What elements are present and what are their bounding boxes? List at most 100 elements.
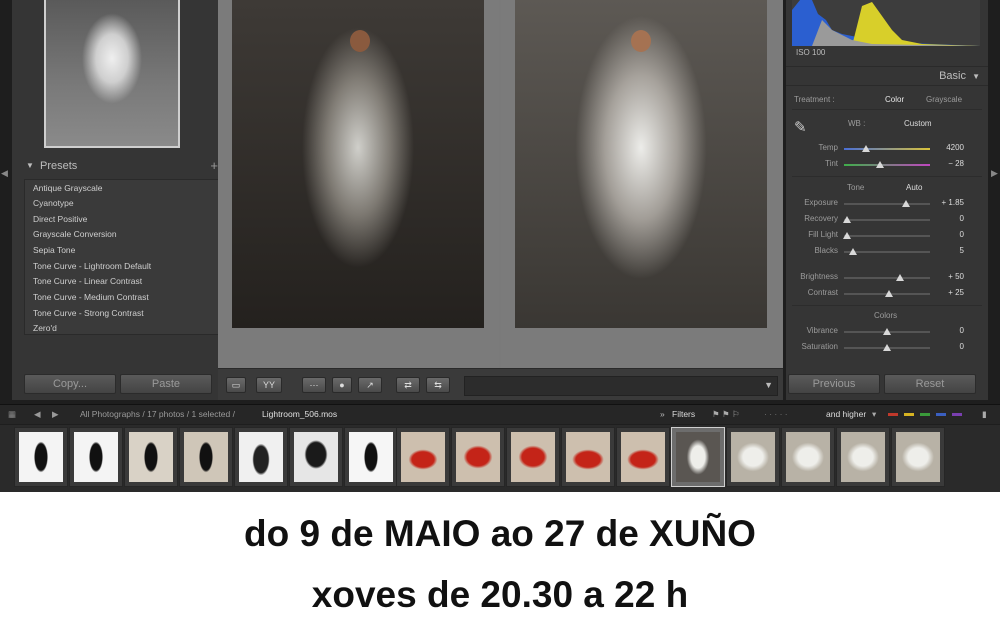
- filmstrip-thumbnail-selected[interactable]: [671, 427, 725, 487]
- vibrance-slider-thumb[interactable]: [883, 328, 891, 335]
- preset-item[interactable]: Grayscale Conversion: [33, 227, 117, 242]
- back-arrow-icon[interactable]: ◀: [34, 409, 41, 420]
- filmstrip-thumbnail[interactable]: [781, 427, 835, 487]
- filmstrip-thumbnail[interactable]: [506, 427, 560, 487]
- preset-item[interactable]: Tone Curve - Lightroom Default: [33, 259, 151, 274]
- preset-item[interactable]: Direct Positive: [33, 212, 87, 227]
- filmstrip-thumbnail[interactable]: [396, 427, 450, 487]
- fill-light-slider[interactable]: [843, 232, 930, 239]
- source-path[interactable]: All Photographs / 17 photos / 1 selected…: [80, 409, 235, 419]
- crop-tool-icon[interactable]: ⋯: [302, 377, 326, 393]
- presets-header[interactable]: ▼ Presets +: [24, 158, 224, 176]
- filter-lock-icon[interactable]: ▮: [982, 409, 987, 420]
- temp-slider-thumb[interactable]: [861, 145, 870, 152]
- saturation-slider-thumb[interactable]: [883, 344, 891, 351]
- contrast-slider-thumb[interactable]: [884, 290, 893, 297]
- white-balance-picker-icon[interactable]: ✎: [794, 118, 807, 136]
- exposure-slider-thumb[interactable]: [901, 200, 910, 207]
- recovery-slider-thumb[interactable]: [843, 216, 852, 223]
- rating-stars[interactable]: · · · · ·: [764, 409, 788, 419]
- filmstrip-thumbnail[interactable]: [14, 427, 68, 487]
- tone-auto-button[interactable]: Auto: [906, 183, 922, 192]
- tint-slider[interactable]: [844, 161, 930, 168]
- basic-panel-header[interactable]: Basic ▼: [786, 66, 988, 86]
- filmstrip-thumbnail[interactable]: [616, 427, 670, 487]
- left-panel: ▼ Presets + Antique Grayscale Cyanotype …: [12, 0, 224, 400]
- toolbar-dropdown[interactable]: ▼: [464, 376, 778, 396]
- blacks-slider[interactable]: [844, 248, 930, 255]
- preset-item[interactable]: Tone Curve - Linear Contrast: [33, 274, 142, 289]
- filmstrip-thumbnail[interactable]: [289, 427, 343, 487]
- filmstrip-thumbnail[interactable]: [179, 427, 233, 487]
- fill-light-slider-thumb[interactable]: [843, 232, 852, 239]
- tint-value[interactable]: − 28: [936, 159, 964, 168]
- brightness-value[interactable]: + 50: [936, 272, 964, 281]
- preset-item[interactable]: Tone Curve - Medium Contrast: [33, 290, 149, 305]
- copy-button[interactable]: Copy...: [24, 374, 116, 394]
- forward-arrow-icon[interactable]: ▶: [52, 409, 59, 420]
- copy-settings-icon[interactable]: ⇆: [426, 377, 450, 393]
- swap-icon[interactable]: ⇄: [396, 377, 420, 393]
- filmstrip-thumbnail[interactable]: [561, 427, 615, 487]
- temp-slider[interactable]: [844, 145, 930, 152]
- add-preset-icon[interactable]: +: [210, 158, 218, 173]
- color-label-yellow[interactable]: [904, 413, 914, 416]
- contrast-slider[interactable]: [844, 290, 930, 297]
- before-photo[interactable]: [232, 0, 484, 328]
- spot-removal-icon[interactable]: ●: [332, 377, 352, 393]
- loupe-view-icon[interactable]: ▭: [226, 377, 246, 393]
- color-label-green[interactable]: [920, 413, 930, 416]
- preset-item[interactable]: Cyanotype: [33, 196, 74, 211]
- after-photo[interactable]: [515, 0, 767, 328]
- vibrance-value[interactable]: 0: [936, 326, 964, 335]
- filmstrip-thumbnail[interactable]: [234, 427, 288, 487]
- exposure-value[interactable]: + 1.85: [936, 198, 964, 207]
- rating-filter-label[interactable]: and higher: [826, 409, 866, 419]
- recovery-value[interactable]: 0: [936, 214, 964, 223]
- paste-button[interactable]: Paste: [120, 374, 212, 394]
- preset-item[interactable]: Zero'd: [33, 321, 57, 336]
- filters-label[interactable]: Filters: [672, 409, 695, 419]
- exposure-slider[interactable]: [844, 200, 930, 207]
- compare-view-button[interactable]: YY: [256, 377, 282, 393]
- saturation-slider[interactable]: [844, 344, 930, 351]
- flag-filter-icons[interactable]: ⚑ ⚑ ⚐: [712, 409, 740, 420]
- right-panel-toggle-icon[interactable]: ▶: [991, 168, 1000, 182]
- contrast-value[interactable]: + 25: [936, 288, 964, 297]
- blacks-value[interactable]: 5: [936, 246, 964, 255]
- filmstrip-thumbnail[interactable]: [836, 427, 890, 487]
- left-panel-toggle-icon[interactable]: ◀: [1, 168, 11, 182]
- vibrance-slider[interactable]: [844, 328, 930, 335]
- reset-button[interactable]: Reset: [884, 374, 976, 394]
- treatment-grayscale-option[interactable]: Grayscale: [926, 95, 962, 104]
- filmstrip-thumbnail[interactable]: [344, 427, 398, 487]
- filmstrip-thumbnail[interactable]: [124, 427, 178, 487]
- collapse-triangle-icon[interactable]: ▼: [972, 72, 980, 81]
- brightness-slider-thumb[interactable]: [895, 274, 904, 281]
- wb-select[interactable]: Custom: [904, 119, 932, 128]
- blacks-slider-thumb[interactable]: [848, 248, 857, 255]
- navigator-preview[interactable]: [44, 0, 180, 148]
- fill-light-value[interactable]: 0: [936, 230, 964, 239]
- preset-item[interactable]: Sepia Tone: [33, 243, 75, 258]
- saturation-value[interactable]: 0: [936, 342, 964, 351]
- filmstrip-thumbnail[interactable]: [726, 427, 780, 487]
- recovery-slider[interactable]: [843, 216, 930, 223]
- tint-slider-thumb[interactable]: [876, 161, 885, 168]
- rating-filter-arrow-icon[interactable]: ▾: [872, 409, 876, 420]
- preset-item[interactable]: Tone Curve - Strong Contrast: [33, 306, 144, 321]
- color-label-purple[interactable]: [952, 413, 962, 416]
- preset-item[interactable]: Antique Grayscale: [33, 181, 102, 196]
- grid-icon[interactable]: ▦: [8, 409, 16, 420]
- filmstrip-thumbnail[interactable]: [69, 427, 123, 487]
- filmstrip-thumbnail[interactable]: [451, 427, 505, 487]
- brightness-slider[interactable]: [844, 274, 930, 281]
- temp-value[interactable]: 4200: [936, 143, 964, 152]
- treatment-color-option[interactable]: Color: [885, 95, 904, 104]
- collapse-triangle-icon[interactable]: ▼: [26, 161, 34, 170]
- color-label-blue[interactable]: [936, 413, 946, 416]
- filmstrip-thumbnail[interactable]: [891, 427, 945, 487]
- previous-button[interactable]: Previous: [788, 374, 880, 394]
- color-label-red[interactable]: [888, 413, 898, 416]
- red-eye-icon[interactable]: ↗: [358, 377, 382, 393]
